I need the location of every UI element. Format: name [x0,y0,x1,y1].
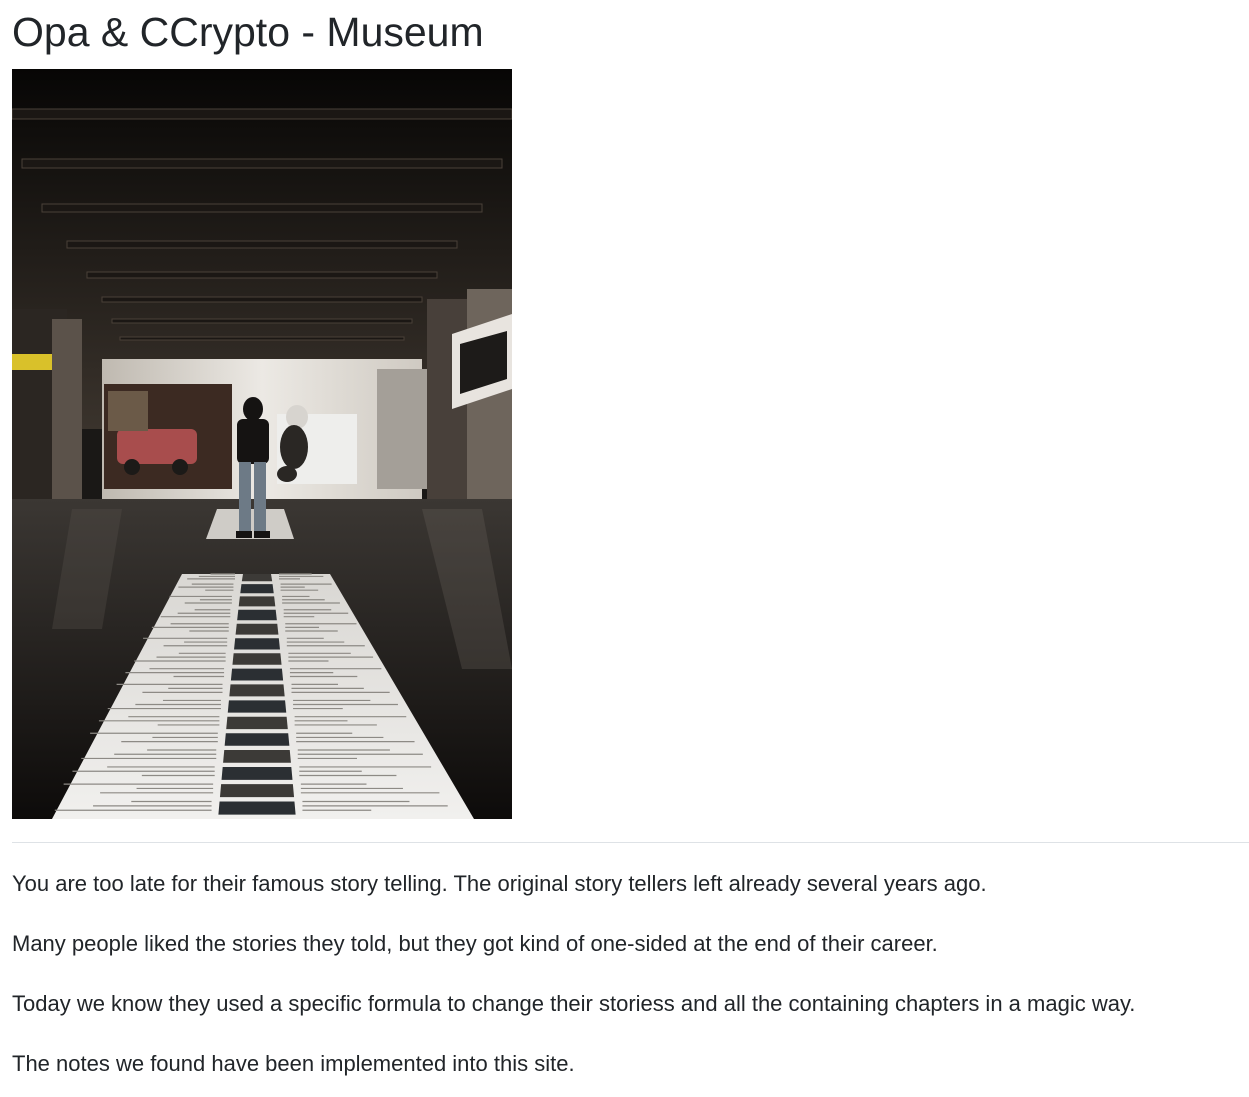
story-paragraph-1: You are too late for their famous story … [12,871,987,896]
story-paragraph-2: Many people liked the stories they told,… [12,931,938,956]
museum-photo [12,69,512,819]
story-paragraph-3: Today we know they used a specific formu… [12,991,1136,1016]
page: Opa & CCrypto - Museum You are too late … [0,0,1249,1097]
story-text: You are too late for their famous story … [12,870,1242,1097]
story-paragraph-4: The notes we found have been implemented… [12,1051,575,1076]
page-title: Opa & CCrypto - Museum [12,9,484,55]
section-divider [12,842,1249,843]
